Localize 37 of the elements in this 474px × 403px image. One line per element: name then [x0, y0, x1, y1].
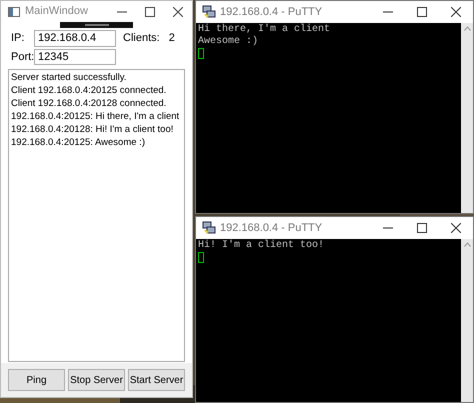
ip-field[interactable]: 192.168.0.4	[34, 30, 116, 46]
cursor	[198, 48, 204, 59]
terminal-line: Awesome :)	[198, 36, 260, 48]
close-icon[interactable]	[451, 7, 461, 17]
close-icon[interactable]	[451, 223, 461, 233]
maximize-icon[interactable]	[417, 7, 427, 17]
clients-label: Clients:	[123, 30, 160, 46]
window-title: 192.168.0.4 - PuTTY	[220, 220, 322, 236]
log-line: 192.168.0.4:20128: Hi! I'm a client too!	[11, 123, 174, 136]
port-field[interactable]: 12345	[34, 49, 116, 65]
scrollbar[interactable]	[461, 239, 473, 402]
log-line: Client 192.168.0.4:20125 connected.	[11, 84, 168, 97]
action-button[interactable]: Start Server	[128, 369, 185, 391]
computer-icon	[202, 5, 216, 19]
terminal-screen[interactable]: Hi there, I'm a client Awesome :)	[196, 23, 461, 213]
computer-icon	[202, 221, 216, 235]
maximize-icon[interactable]	[417, 223, 427, 233]
terminal-line: Hi! I'm a client too!	[198, 240, 326, 252]
log-line: Client 192.168.0.4:20128 connected.	[11, 97, 168, 110]
cursor	[198, 252, 204, 263]
ip-label: IP:	[10, 30, 26, 46]
window-title: MainWindow	[25, 4, 88, 20]
port-label: Port:	[10, 50, 34, 65]
action-button[interactable]: Stop Server	[68, 369, 125, 391]
action-button[interactable]: Ping	[8, 369, 65, 391]
app-icon	[8, 6, 20, 16]
terminal-screen[interactable]: Hi! I'm a client too!	[196, 239, 461, 402]
log-box[interactable]	[8, 69, 185, 362]
maximize-icon[interactable]	[145, 6, 155, 16]
scrollbar[interactable]	[461, 23, 473, 213]
close-icon[interactable]	[173, 6, 183, 16]
window-title: 192.168.0.4 - PuTTY	[220, 4, 322, 20]
log-line: Server started successfully.	[11, 71, 128, 84]
log-line: 192.168.0.4:20125: Hi there, I'm a client	[11, 110, 180, 123]
terminal-line: Hi there, I'm a client	[198, 24, 332, 36]
clients-count: 2	[168, 30, 175, 46]
log-line: 192.168.0.4:20125: Awesome :)	[11, 136, 146, 149]
